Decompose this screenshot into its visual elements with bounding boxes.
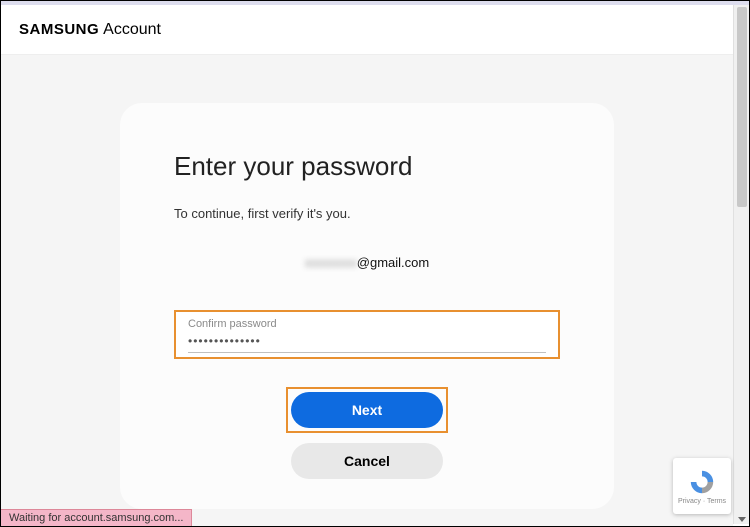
button-row: Next Cancel (174, 387, 560, 479)
browser-status-bar: Waiting for account.samsung.com... (1, 509, 192, 526)
password-card: Enter your password To continue, first v… (120, 103, 614, 509)
page-background: Enter your password To continue, first v… (1, 55, 733, 526)
scrollbar-down-arrow-icon[interactable] (738, 517, 746, 522)
recaptcha-icon (688, 468, 716, 496)
user-email: xxxxxxxx@gmail.com (174, 255, 560, 270)
email-visible-part: @gmail.com (357, 255, 429, 270)
product-name: Account (103, 21, 161, 39)
page-title: Enter your password (174, 151, 560, 182)
header: SAMSUNG Account (1, 5, 733, 55)
content-area: SAMSUNG Account Enter your password To c… (1, 5, 733, 526)
cancel-button[interactable]: Cancel (291, 443, 443, 479)
vertical-scrollbar[interactable] (733, 5, 749, 524)
brand-logo: SAMSUNG (19, 21, 99, 38)
recaptcha-footer-text: Privacy · Terms (678, 498, 726, 505)
password-input[interactable] (188, 332, 546, 353)
next-button[interactable]: Next (291, 392, 443, 428)
next-button-highlight-box: Next (286, 387, 448, 433)
email-hidden-part: xxxxxxxx (305, 255, 357, 270)
password-field-highlight-box: Confirm password (174, 310, 560, 359)
password-label: Confirm password (188, 318, 546, 330)
scrollbar-thumb[interactable] (737, 7, 747, 207)
page-subtitle: To continue, first verify it's you. (174, 206, 560, 221)
recaptcha-badge[interactable]: Privacy · Terms (673, 458, 731, 514)
